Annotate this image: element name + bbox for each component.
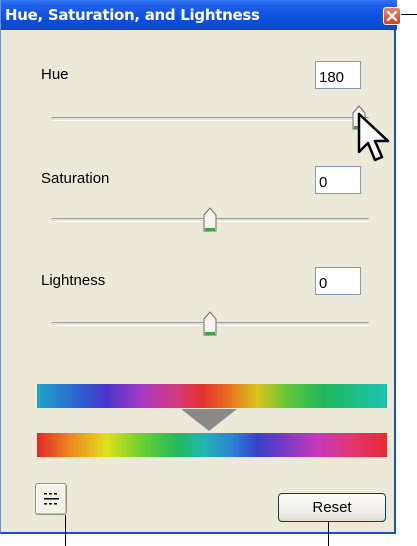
view-toggle-icon — [44, 493, 59, 505]
hue-input[interactable] — [315, 61, 361, 89]
close-x-icon — [386, 10, 398, 22]
reset-button[interactable]: Reset — [278, 493, 386, 522]
hsl-dialog: Hue, Saturation, and Lightness Hue Satur… — [0, 0, 397, 534]
close-callout-line — [401, 14, 417, 15]
hue-slider-track[interactable] — [51, 117, 369, 121]
lightness-label: Lightness — [41, 272, 106, 289]
shifted-hue-spectrum-bar — [37, 384, 387, 408]
mouse-pointer-icon — [357, 112, 390, 162]
mode-callout-line — [65, 515, 66, 546]
title-bar[interactable]: Hue, Saturation, and Lightness — [1, 0, 397, 30]
view-toggle-button[interactable] — [35, 483, 67, 515]
down-triangle-icon — [181, 409, 237, 431]
reset-callout-line — [328, 521, 329, 546]
hue-label: Hue — [41, 66, 69, 83]
lightness-input[interactable] — [315, 267, 361, 295]
saturation-label: Saturation — [41, 170, 110, 187]
lightness-slider-thumb[interactable] — [203, 311, 217, 337]
window-title: Hue, Saturation, and Lightness — [5, 6, 260, 24]
saturation-input[interactable] — [315, 166, 361, 194]
original-hue-spectrum-bar — [37, 433, 387, 457]
close-button[interactable] — [383, 7, 401, 25]
saturation-slider-thumb[interactable] — [203, 207, 217, 233]
